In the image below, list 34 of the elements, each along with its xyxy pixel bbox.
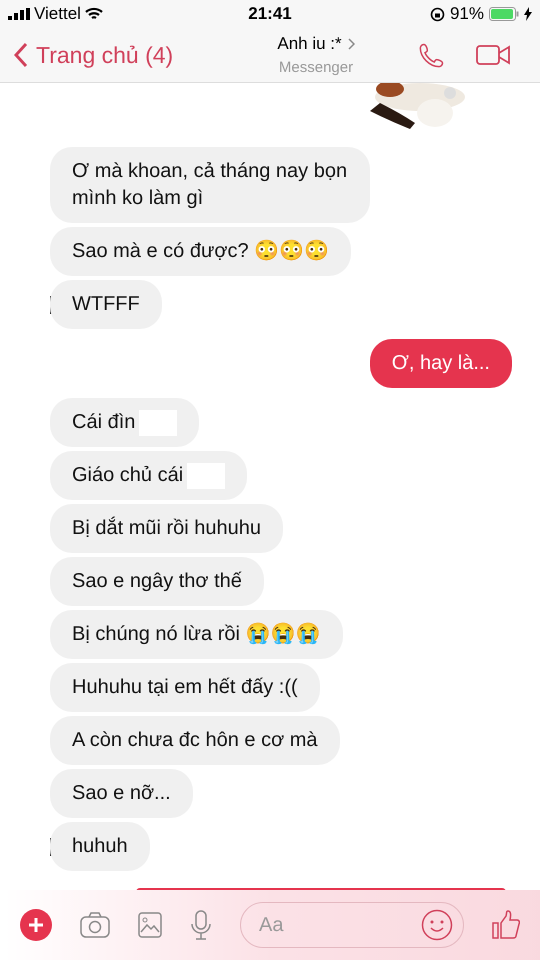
thumbs-up-icon[interactable] (492, 910, 520, 940)
message-input[interactable]: Aa (259, 910, 421, 940)
message-bubble: Bị chúng nó lừa rồi 😭😭😭 (50, 610, 342, 659)
message-bubble: Sao e ngây thơ thế (50, 557, 264, 606)
message-bubble: Sao mà e có được? 😳😳😳 (50, 227, 352, 276)
battery-icon (488, 7, 519, 21)
message-bubble: Ơ, hay là... (370, 339, 512, 388)
message-bubble: Ơ mà khoan, cả tháng nay bọn mình ko làm gì (50, 147, 370, 223)
rotation-lock-icon (430, 6, 445, 22)
signal-icon (8, 8, 30, 20)
chevron-icon (348, 38, 355, 50)
microphone-icon[interactable] (190, 910, 212, 940)
plus-icon (28, 917, 44, 933)
message-bubble: Huhuhu tại em hết đấy :(( (50, 663, 320, 712)
message-bubble: Giáo chủ cái (50, 451, 248, 500)
back-chevron-icon (14, 42, 28, 68)
message-bubble: Bị dắt mũi rồi huhuhu (50, 504, 284, 553)
wifi-icon (84, 7, 103, 21)
camera-icon[interactable] (80, 912, 110, 938)
image-icon[interactable] (138, 912, 162, 938)
battery-percent: 91% (450, 3, 484, 26)
phone-icon[interactable] (418, 41, 446, 69)
back-button[interactable]: Trang chủ (4) (14, 38, 184, 72)
video-camera-icon[interactable] (476, 44, 510, 66)
add-button[interactable] (20, 909, 52, 941)
charging-icon (524, 7, 532, 21)
message-field[interactable]: Aa (240, 902, 464, 948)
message-bubble: Sao e nỡ... (50, 769, 193, 818)
clock: 21:41 (248, 3, 292, 26)
carrier-name: Viettel (34, 3, 81, 26)
smiley-icon[interactable] (421, 909, 453, 941)
message-bubble: A còn chưa đc hôn e cơ mà (50, 716, 340, 765)
contact-title[interactable]: Anh iu :* Messenger (277, 31, 355, 79)
message-bubble: Cái đìn (50, 398, 200, 447)
